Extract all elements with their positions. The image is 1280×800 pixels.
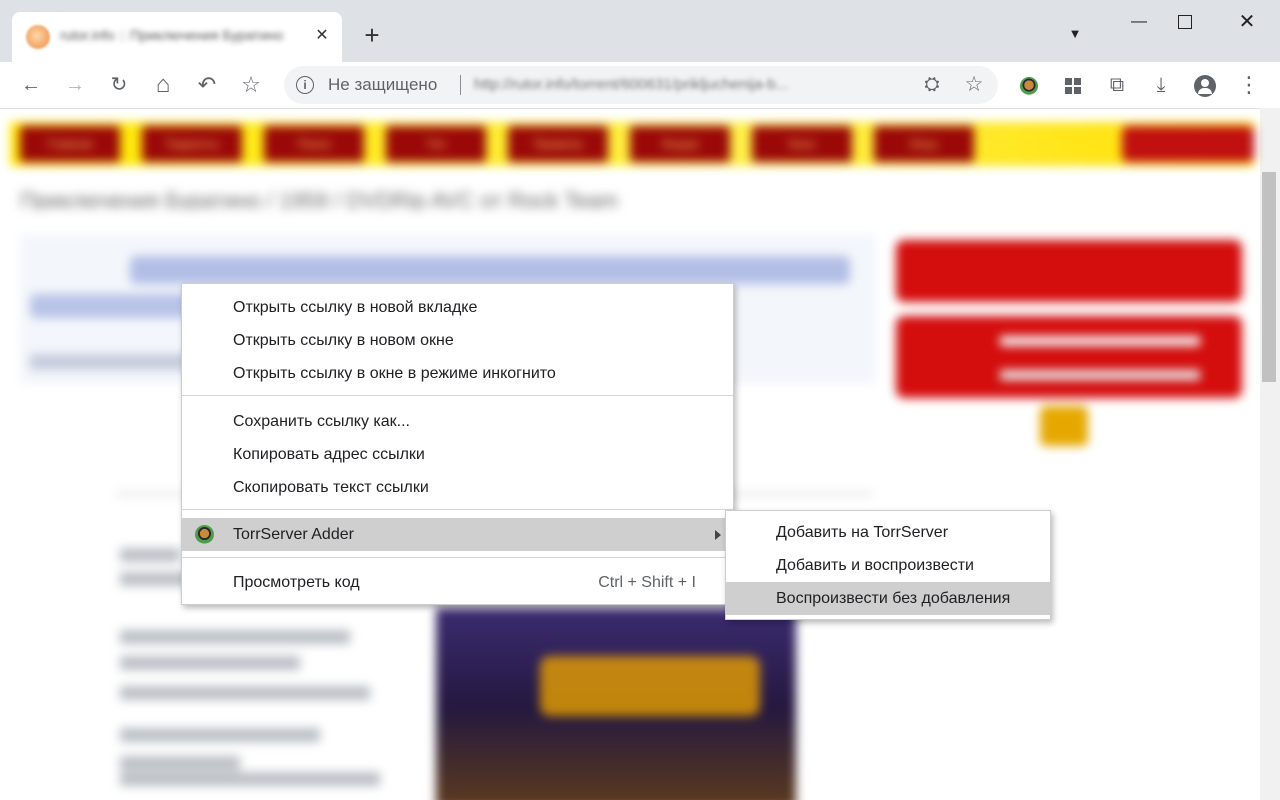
submenu-item-play-without-adding[interactable]: Воспроизвести без добавления xyxy=(726,582,1050,615)
torrserver-submenu: Добавить на TorrServer Добавить и воспро… xyxy=(725,510,1051,620)
site-top-nav: Главная Торренты Поиск Топ Правила Форум… xyxy=(10,122,1254,166)
site-nav-item[interactable]: Торренты xyxy=(142,126,242,162)
home-button[interactable]: ⌂ xyxy=(147,69,179,101)
menu-item-shortcut: Ctrl + Shift + I xyxy=(598,574,696,591)
menu-item-copy-link-address[interactable]: Копировать адрес ссылки xyxy=(182,438,733,471)
site-nav-item[interactable]: Поиск xyxy=(264,126,364,162)
site-nav-item[interactable]: Топ xyxy=(386,126,486,162)
info-text xyxy=(120,756,240,770)
site-nav-item[interactable]: Игры xyxy=(874,126,974,162)
menu-item-open-incognito[interactable]: Открыть ссылку в окне в режиме инкогнито xyxy=(182,357,733,390)
submenu-item-label: Добавить на TorrServer xyxy=(776,524,949,541)
reload-button[interactable]: ↻ xyxy=(103,69,135,101)
tab-strip: rutor.info :: Приключения Буратино ✕ + ▼… xyxy=(0,0,1280,62)
site-nav-item[interactable]: Форум xyxy=(630,126,730,162)
site-settings-icon[interactable]: ⛭ xyxy=(920,73,944,97)
banner-input xyxy=(1000,370,1200,380)
torrent-link[interactable] xyxy=(30,294,190,318)
info-text xyxy=(120,772,380,786)
submenu-item-label: Добавить и воспроизвести xyxy=(776,557,974,574)
browser-tab[interactable]: rutor.info :: Приключения Буратино ✕ xyxy=(12,12,342,62)
torrserver-icon xyxy=(195,525,214,544)
undo-button[interactable]: ↶ xyxy=(191,69,223,101)
info-text xyxy=(120,686,370,700)
poster-title xyxy=(540,656,760,716)
maximize-button[interactable] xyxy=(1162,6,1208,38)
submenu-arrow-icon xyxy=(715,530,721,540)
site-nav-item[interactable]: Главная xyxy=(20,126,120,162)
info-icon[interactable]: i xyxy=(296,76,314,94)
tab-close-icon[interactable]: ✕ xyxy=(310,24,334,48)
minimize-button[interactable]: — xyxy=(1116,6,1162,38)
forward-button[interactable]: → xyxy=(59,69,91,101)
browser-toolbar: ← → ↻ ⌂ ↶ ☆ i Не защищено http://rutor.i… xyxy=(0,62,1280,109)
menu-separator xyxy=(182,557,733,558)
menu-item-open-new-window[interactable]: Открыть ссылку в новом окне xyxy=(182,324,733,357)
torrserver-extension-icon[interactable] xyxy=(1014,70,1044,100)
page-heading: Приключения Буратино / 1959 / DVDRip AVC… xyxy=(20,188,618,210)
menu-item-torrserver-adder[interactable]: TorrServer Adder xyxy=(182,518,733,551)
badge-icon xyxy=(1040,406,1088,446)
maximize-icon xyxy=(1178,14,1192,29)
download-icon[interactable]: ⤓ xyxy=(1146,70,1176,100)
menu-item-label: Открыть ссылку в новой вкладке xyxy=(233,299,478,316)
tab-search-icon[interactable]: ▼ xyxy=(1052,18,1098,50)
menu-item-copy-link-text[interactable]: Скопировать текст ссылки xyxy=(182,471,733,504)
menu-separator xyxy=(182,395,733,396)
info-text xyxy=(120,548,180,562)
browser-menu-icon[interactable]: ⋮ xyxy=(1234,70,1264,100)
omnibox-separator xyxy=(460,75,461,95)
url-text[interactable]: http://rutor.info/torrent/600631/priklju… xyxy=(474,76,894,93)
menu-item-label: Копировать адрес ссылки xyxy=(233,446,425,463)
context-menu: Открыть ссылку в новой вкладке Открыть с… xyxy=(181,283,734,605)
bookmark-page-icon[interactable]: ☆ xyxy=(962,73,986,97)
site-favicon-icon xyxy=(26,25,50,49)
submenu-item-add-to-torrserver[interactable]: Добавить на TorrServer xyxy=(726,516,1050,549)
menu-item-save-link[interactable]: Сохранить ссылку как... xyxy=(182,405,733,438)
menu-separator xyxy=(182,509,733,510)
site-nav-item[interactable]: Правила xyxy=(508,126,608,162)
new-tab-button[interactable]: + xyxy=(356,20,388,52)
extensions-grid-icon[interactable] xyxy=(1058,70,1088,100)
scrollbar-thumb[interactable] xyxy=(1262,172,1276,382)
close-window-button[interactable]: ✕ xyxy=(1224,6,1270,38)
ad-banner-search[interactable] xyxy=(896,316,1242,398)
submenu-item-label: Воспроизвести без добавления xyxy=(776,590,1011,607)
menu-item-label: Открыть ссылку в окне в режиме инкогнито xyxy=(233,365,556,382)
crop-icon[interactable]: ⧉ xyxy=(1102,70,1132,100)
menu-item-inspect[interactable]: Просмотреть код Ctrl + Shift + I xyxy=(182,566,733,599)
banner-input xyxy=(1000,336,1200,346)
address-bar[interactable]: i Не защищено http://rutor.info/torrent/… xyxy=(284,66,998,104)
bookmark-star-button[interactable]: ☆ xyxy=(235,69,267,101)
magnet-link[interactable] xyxy=(130,256,850,284)
menu-item-label: Сохранить ссылку как... xyxy=(233,413,410,430)
ad-banner[interactable] xyxy=(896,240,1242,302)
menu-item-label: TorrServer Adder xyxy=(233,526,354,543)
info-text xyxy=(120,728,320,742)
submenu-item-add-and-play[interactable]: Добавить и воспроизвести xyxy=(726,549,1050,582)
menu-item-open-new-tab[interactable]: Открыть ссылку в новой вкладке xyxy=(182,291,733,324)
security-label[interactable]: Не защищено xyxy=(328,75,437,95)
menu-item-label: Просмотреть код xyxy=(233,574,360,591)
back-button[interactable]: ← xyxy=(15,69,47,101)
menu-item-label: Открыть ссылку в новом окне xyxy=(233,332,454,349)
site-nav-login[interactable] xyxy=(1122,126,1254,162)
menu-item-label: Скопировать текст ссылки xyxy=(233,479,429,496)
post-meta xyxy=(30,354,190,370)
info-text xyxy=(120,656,300,670)
site-nav-item[interactable]: Кино xyxy=(752,126,852,162)
info-text xyxy=(120,630,350,644)
tab-title: rutor.info :: Приключения Буратино xyxy=(60,27,284,43)
profile-avatar-icon[interactable] xyxy=(1190,70,1220,100)
